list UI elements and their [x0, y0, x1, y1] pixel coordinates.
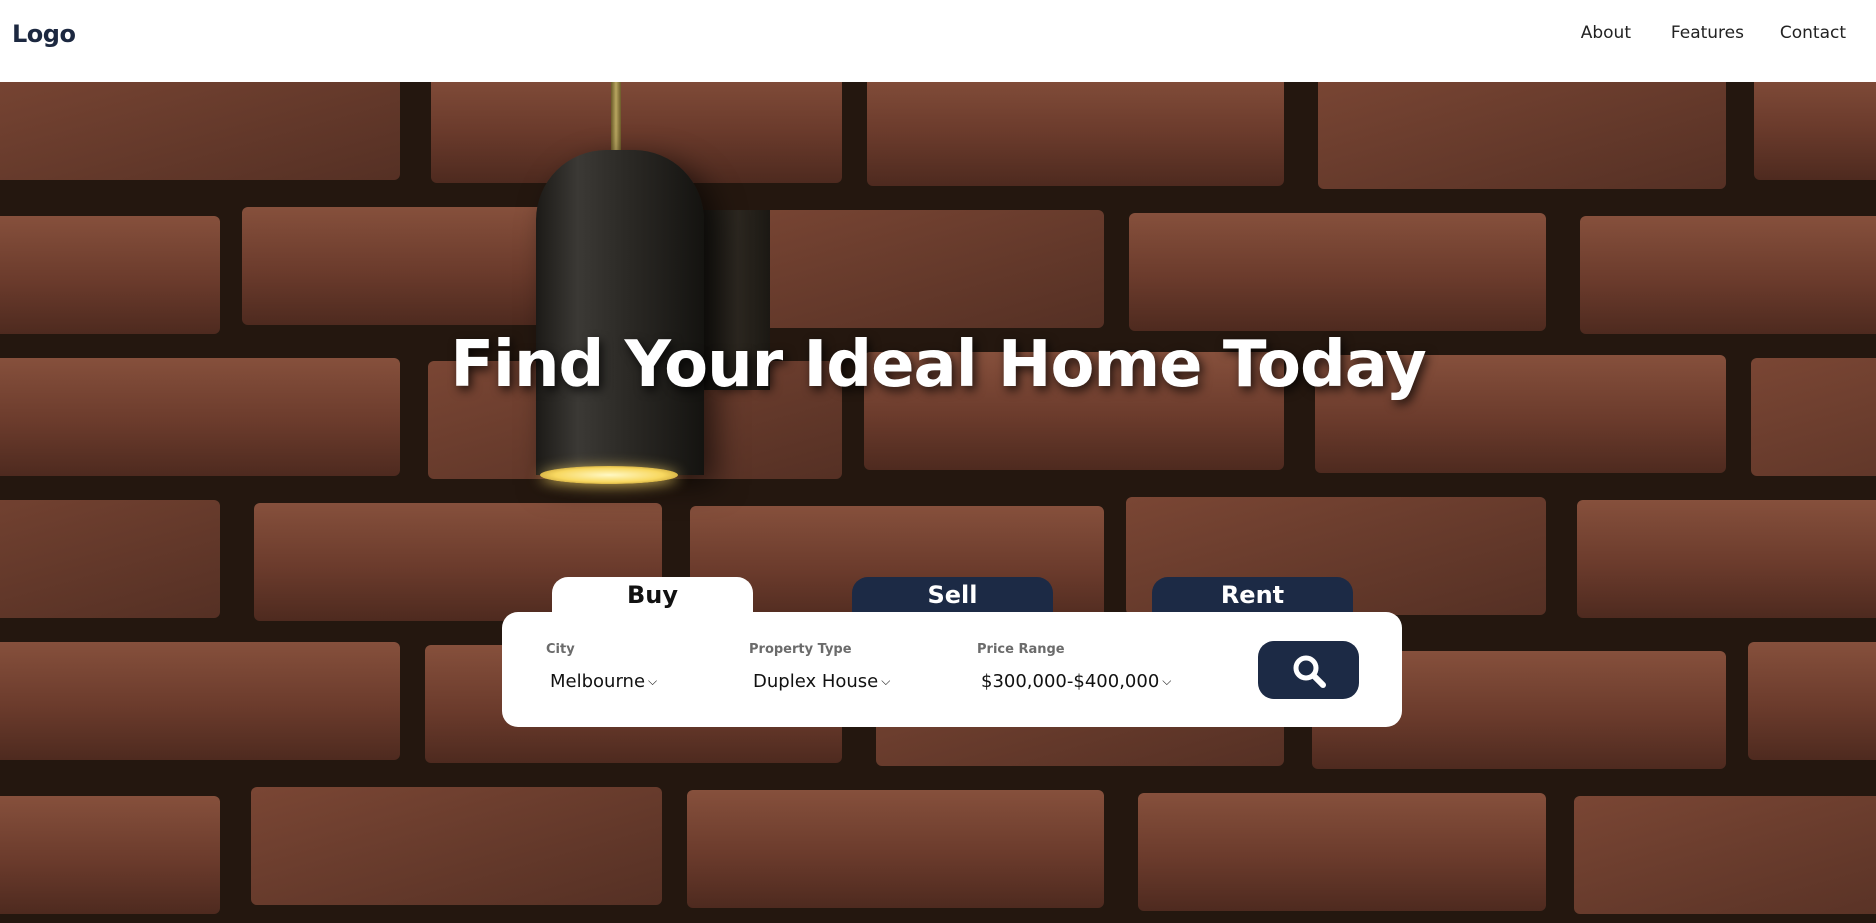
city-label: City [546, 642, 575, 657]
brick [251, 787, 662, 905]
city-field: City Melbourne ⌵ [546, 642, 657, 692]
search-button[interactable] [1258, 641, 1359, 699]
chevron-down-icon: ⌵ [881, 674, 891, 688]
brick [0, 796, 220, 914]
brick [1574, 796, 1876, 914]
logo[interactable]: Logo [12, 20, 76, 48]
nav-link-contact[interactable]: Contact [1780, 23, 1846, 43]
price-range-field: Price Range $300,000-$400,000 ⌵ [977, 642, 1171, 692]
price-range-select[interactable]: $300,000-$400,000 ⌵ [981, 671, 1171, 692]
search-icon [1293, 655, 1326, 688]
hero-title: Find Your Ideal Home Today [450, 328, 1426, 402]
property-search-form: City Melbourne ⌵ Property Type Duplex Hou… [502, 612, 1402, 727]
brick [687, 790, 1104, 908]
brick [1318, 82, 1726, 189]
brick [0, 642, 400, 760]
property-type-select[interactable]: Duplex House ⌵ [753, 671, 890, 692]
brick [1577, 500, 1876, 618]
nav-link-about[interactable]: About [1581, 23, 1631, 43]
site-header: Logo About Features Contact [0, 0, 1876, 82]
wall-lamp [536, 150, 704, 475]
brick [1138, 793, 1546, 911]
property-type-field: Property Type Duplex House ⌵ [749, 642, 890, 692]
lamp-cord [611, 82, 621, 150]
property-type-label: Property Type [749, 642, 852, 657]
price-range-label: Price Range [977, 642, 1065, 657]
brick [1580, 216, 1876, 334]
brick [0, 82, 400, 180]
chevron-down-icon: ⌵ [648, 674, 658, 688]
brick-wall-background [0, 82, 1876, 923]
hero-section: Find Your Ideal Home Today [0, 82, 1876, 923]
city-select[interactable]: Melbourne ⌵ [550, 671, 657, 692]
brick [0, 216, 220, 334]
property-type-value: Duplex House [753, 671, 879, 692]
lamp-light-glow [540, 466, 678, 484]
brick [1748, 642, 1876, 760]
brick [1129, 213, 1546, 331]
city-value: Melbourne [550, 671, 646, 692]
brick [867, 82, 1284, 186]
price-range-value: $300,000-$400,000 [981, 671, 1160, 692]
nav-link-features[interactable]: Features [1671, 23, 1744, 43]
brick [1754, 82, 1876, 180]
chevron-down-icon: ⌵ [1162, 674, 1172, 688]
brick [0, 500, 220, 618]
